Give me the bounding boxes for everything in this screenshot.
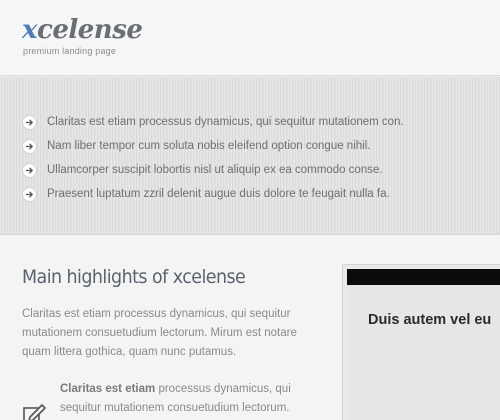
logo-tagline: premium landing page bbox=[23, 46, 117, 56]
highlight-item: Claritas est etiam processus dynamicus, … bbox=[22, 380, 327, 420]
feature-item: Praesent luptatum zzril delenit augue du… bbox=[22, 182, 404, 206]
panel-top-bar bbox=[347, 269, 500, 285]
panel-title: Duis autem vel eu bbox=[368, 312, 492, 328]
logo[interactable]: xcelense bbox=[22, 15, 143, 45]
section-intro: Claritas est etiam processus dynamicus, … bbox=[22, 308, 297, 358]
highlight-bold: Claritas est etiam bbox=[60, 383, 156, 395]
logo-name: celense bbox=[37, 15, 143, 45]
highlight-text: Claritas est etiam processus dynamicus, … bbox=[60, 380, 330, 418]
feature-item: Nam liber tempor cum soluta nobis eleife… bbox=[22, 134, 404, 158]
feature-text: Claritas est etiam processus dynamicus, … bbox=[47, 116, 404, 128]
site-header: xcelense premium landing page bbox=[0, 0, 500, 76]
features-band: Claritas est etiam processus dynamicus, … bbox=[0, 77, 500, 235]
feature-text: Ullamcorper suscipit lobortis nisl ut al… bbox=[47, 164, 383, 176]
feature-text: Praesent luptatum zzril delenit augue du… bbox=[47, 188, 390, 200]
section-title: Main highlights of xcelense bbox=[22, 266, 246, 288]
pencil-icon bbox=[22, 402, 48, 420]
feature-item: Claritas est etiam processus dynamicus, … bbox=[22, 110, 404, 134]
logo-prefix: x bbox=[22, 15, 38, 45]
arrow-right-icon bbox=[22, 162, 37, 178]
arrow-right-icon bbox=[22, 114, 37, 130]
features-list: Claritas est etiam processus dynamicus, … bbox=[22, 110, 404, 206]
preview-panel: Duis autem vel eu bbox=[342, 264, 500, 420]
arrow-right-icon bbox=[22, 186, 37, 202]
arrow-right-icon bbox=[22, 138, 37, 154]
feature-item: Ullamcorper suscipit lobortis nisl ut al… bbox=[22, 158, 404, 182]
panel-body bbox=[347, 285, 500, 420]
feature-text: Nam liber tempor cum soluta nobis eleife… bbox=[47, 140, 371, 152]
